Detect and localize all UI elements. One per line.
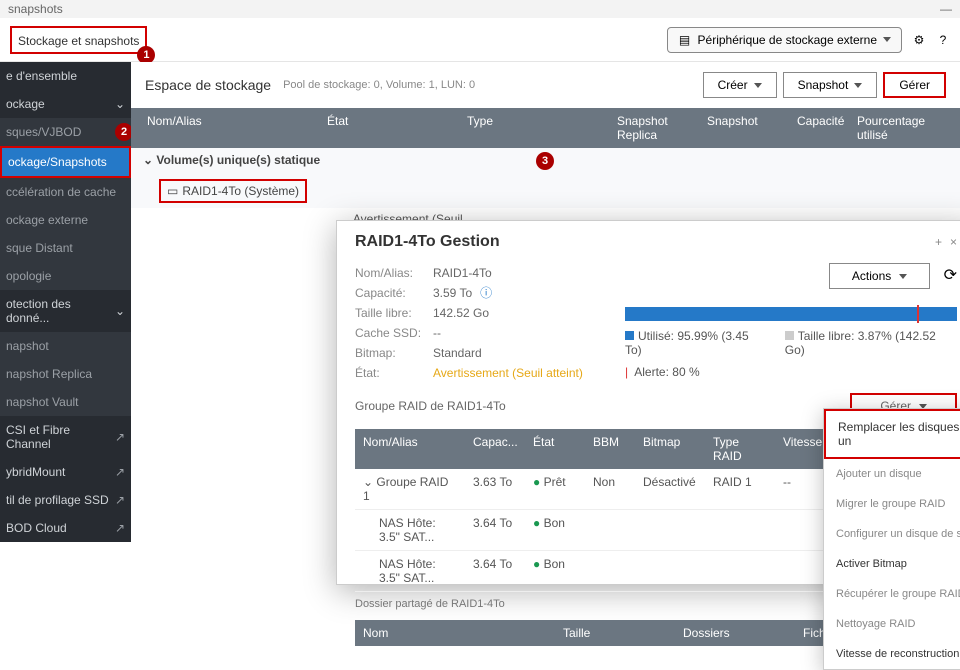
sidebar-item-jbod-cloud[interactable]: BOD Cloud↗ — [0, 514, 131, 542]
main-panel: Espace de stockage Pool de stockage: 0, … — [131, 62, 960, 540]
ok-icon: ● — [533, 557, 540, 571]
legend-swatch-used — [625, 331, 634, 340]
menu-enable-bitmap[interactable]: Activer Bitmap — [824, 549, 960, 579]
external-link-icon: ↗ — [115, 521, 125, 535]
table-header: Nom/Alias État Type Snapshot Replica Sna… — [131, 108, 960, 148]
alert-threshold: | Alerte: 80 % — [625, 365, 957, 379]
callout-3: 3 — [536, 152, 554, 170]
sidebar-item-snapshot-vault[interactable]: napshot Vault — [0, 388, 131, 416]
volume-group-row[interactable]: ⌄ Volume(s) unique(s) statique 3 — [131, 148, 960, 172]
external-link-icon: ↗ — [115, 493, 125, 507]
minimize-icon[interactable]: — — [940, 2, 952, 16]
help-icon[interactable]: ? — [936, 33, 950, 47]
raid-group-label: Groupe RAID de RAID1-4To — [355, 399, 506, 413]
chevron-down-icon: ⌄ — [143, 153, 156, 167]
app-title: Stockage et snapshots 1 — [10, 26, 147, 54]
app-header: Stockage et snapshots 1 ▤ Périphérique d… — [0, 18, 960, 62]
sidebar-item-ssd-profiling[interactable]: til de profilage SSD↗ — [0, 486, 131, 514]
info-icon[interactable]: ⓘ — [480, 283, 492, 303]
sidebar-item-overview[interactable]: e d'ensemble — [0, 62, 131, 90]
menu-migrate-raid[interactable]: Migrer le groupe RAID — [824, 489, 960, 519]
manage-button[interactable]: Gérer — [883, 72, 946, 98]
modal-title: RAID1-4To Gestion — [355, 233, 500, 251]
create-button[interactable]: Créer — [703, 72, 777, 98]
volume-row[interactable]: ▭ RAID1-4To (Système) — [159, 179, 307, 203]
refresh-icon[interactable]: ⟳ — [944, 265, 957, 285]
sidebar-item-storage-snapshots[interactable]: ockage/Snapshots — [0, 146, 131, 178]
ok-icon: ● — [533, 475, 540, 489]
sidebar-item-storage[interactable]: ockage⌄ — [0, 90, 131, 118]
sidebar-item-data-protection[interactable]: otection des donné...⌄ — [0, 290, 131, 332]
external-storage-button[interactable]: ▤ Périphérique de stockage externe — [667, 27, 902, 53]
sidebar-item-snapshot-replica[interactable]: napshot Replica — [0, 360, 131, 388]
sidebar-item-ext-storage[interactable]: ockage externe — [0, 206, 131, 234]
ok-icon: ● — [533, 516, 540, 530]
callout-1: 1 — [137, 46, 155, 64]
menu-recover-raid[interactable]: Récupérer le groupe RAID — [824, 579, 960, 609]
snapshot-button[interactable]: Snapshot — [783, 72, 878, 98]
settings-icon[interactable]: ⚙ — [912, 33, 926, 47]
window-titlebar: snapshots — — [0, 0, 960, 18]
chevron-down-icon: ⌄ — [115, 304, 125, 318]
menu-replace-disk[interactable]: Remplacer les disques un par un↖ — [824, 409, 960, 459]
window-title: snapshots — [8, 2, 63, 16]
external-link-icon: ↗ — [115, 465, 125, 479]
close-icon[interactable]: × — [950, 235, 957, 249]
sidebar-item-remote-disk[interactable]: sque Distant — [0, 234, 131, 262]
menu-add-disk[interactable]: Ajouter un disque — [824, 459, 960, 489]
menu-rebuild-speed[interactable]: Vitesse de reconstruction minimale — [824, 639, 960, 669]
sidebar-item-topology[interactable]: opologie — [0, 262, 131, 290]
menu-raid-scrub[interactable]: Nettoyage RAID — [824, 609, 960, 639]
sidebar-item-disks[interactable]: sques/VJBOD 2 — [0, 118, 131, 146]
sidebar: e d'ensemble ockage⌄ sques/VJBOD 2 ockag… — [0, 62, 131, 540]
usage-legend: Utilisé: 95.99% (3.45 To) Taille libre: … — [625, 329, 957, 357]
drive-icon: ▤ — [678, 33, 692, 47]
page-title: Espace de stockage — [145, 77, 271, 93]
sidebar-item-cache[interactable]: ccélération de cache — [0, 178, 131, 206]
external-link-icon: ↗ — [115, 430, 125, 444]
page-subtitle: Pool de stockage: 0, Volume: 1, LUN: 0 — [283, 79, 475, 91]
usage-bar — [625, 307, 957, 321]
expand-icon[interactable]: + — [935, 235, 942, 249]
chevron-down-icon: ⌄ — [115, 97, 125, 111]
caret-down-icon — [754, 83, 762, 88]
sidebar-item-hybridmount[interactable]: ybridMount↗ — [0, 458, 131, 486]
menu-configure-spare[interactable]: Configurer un disque de secours — [824, 519, 960, 549]
actions-button[interactable]: Actions — [829, 263, 930, 289]
caret-down-icon — [899, 274, 907, 279]
raid-manage-menu: 6 Remplacer les disques un par un↖ Ajout… — [823, 408, 960, 670]
volume-info: Nom/Alias:RAID1-4To Capacité:3.59 To ⓘ T… — [355, 263, 625, 383]
titlebar-controls: — — [940, 2, 952, 16]
legend-swatch-free — [785, 331, 794, 340]
volume-icon: ▭ — [167, 184, 178, 198]
sidebar-item-iscsi[interactable]: CSI et Fibre Channel↗ — [0, 416, 131, 458]
alert-threshold-marker — [917, 305, 919, 323]
sidebar-item-snapshot[interactable]: napshot — [0, 332, 131, 360]
caret-down-icon — [883, 37, 891, 42]
caret-down-icon — [854, 83, 862, 88]
